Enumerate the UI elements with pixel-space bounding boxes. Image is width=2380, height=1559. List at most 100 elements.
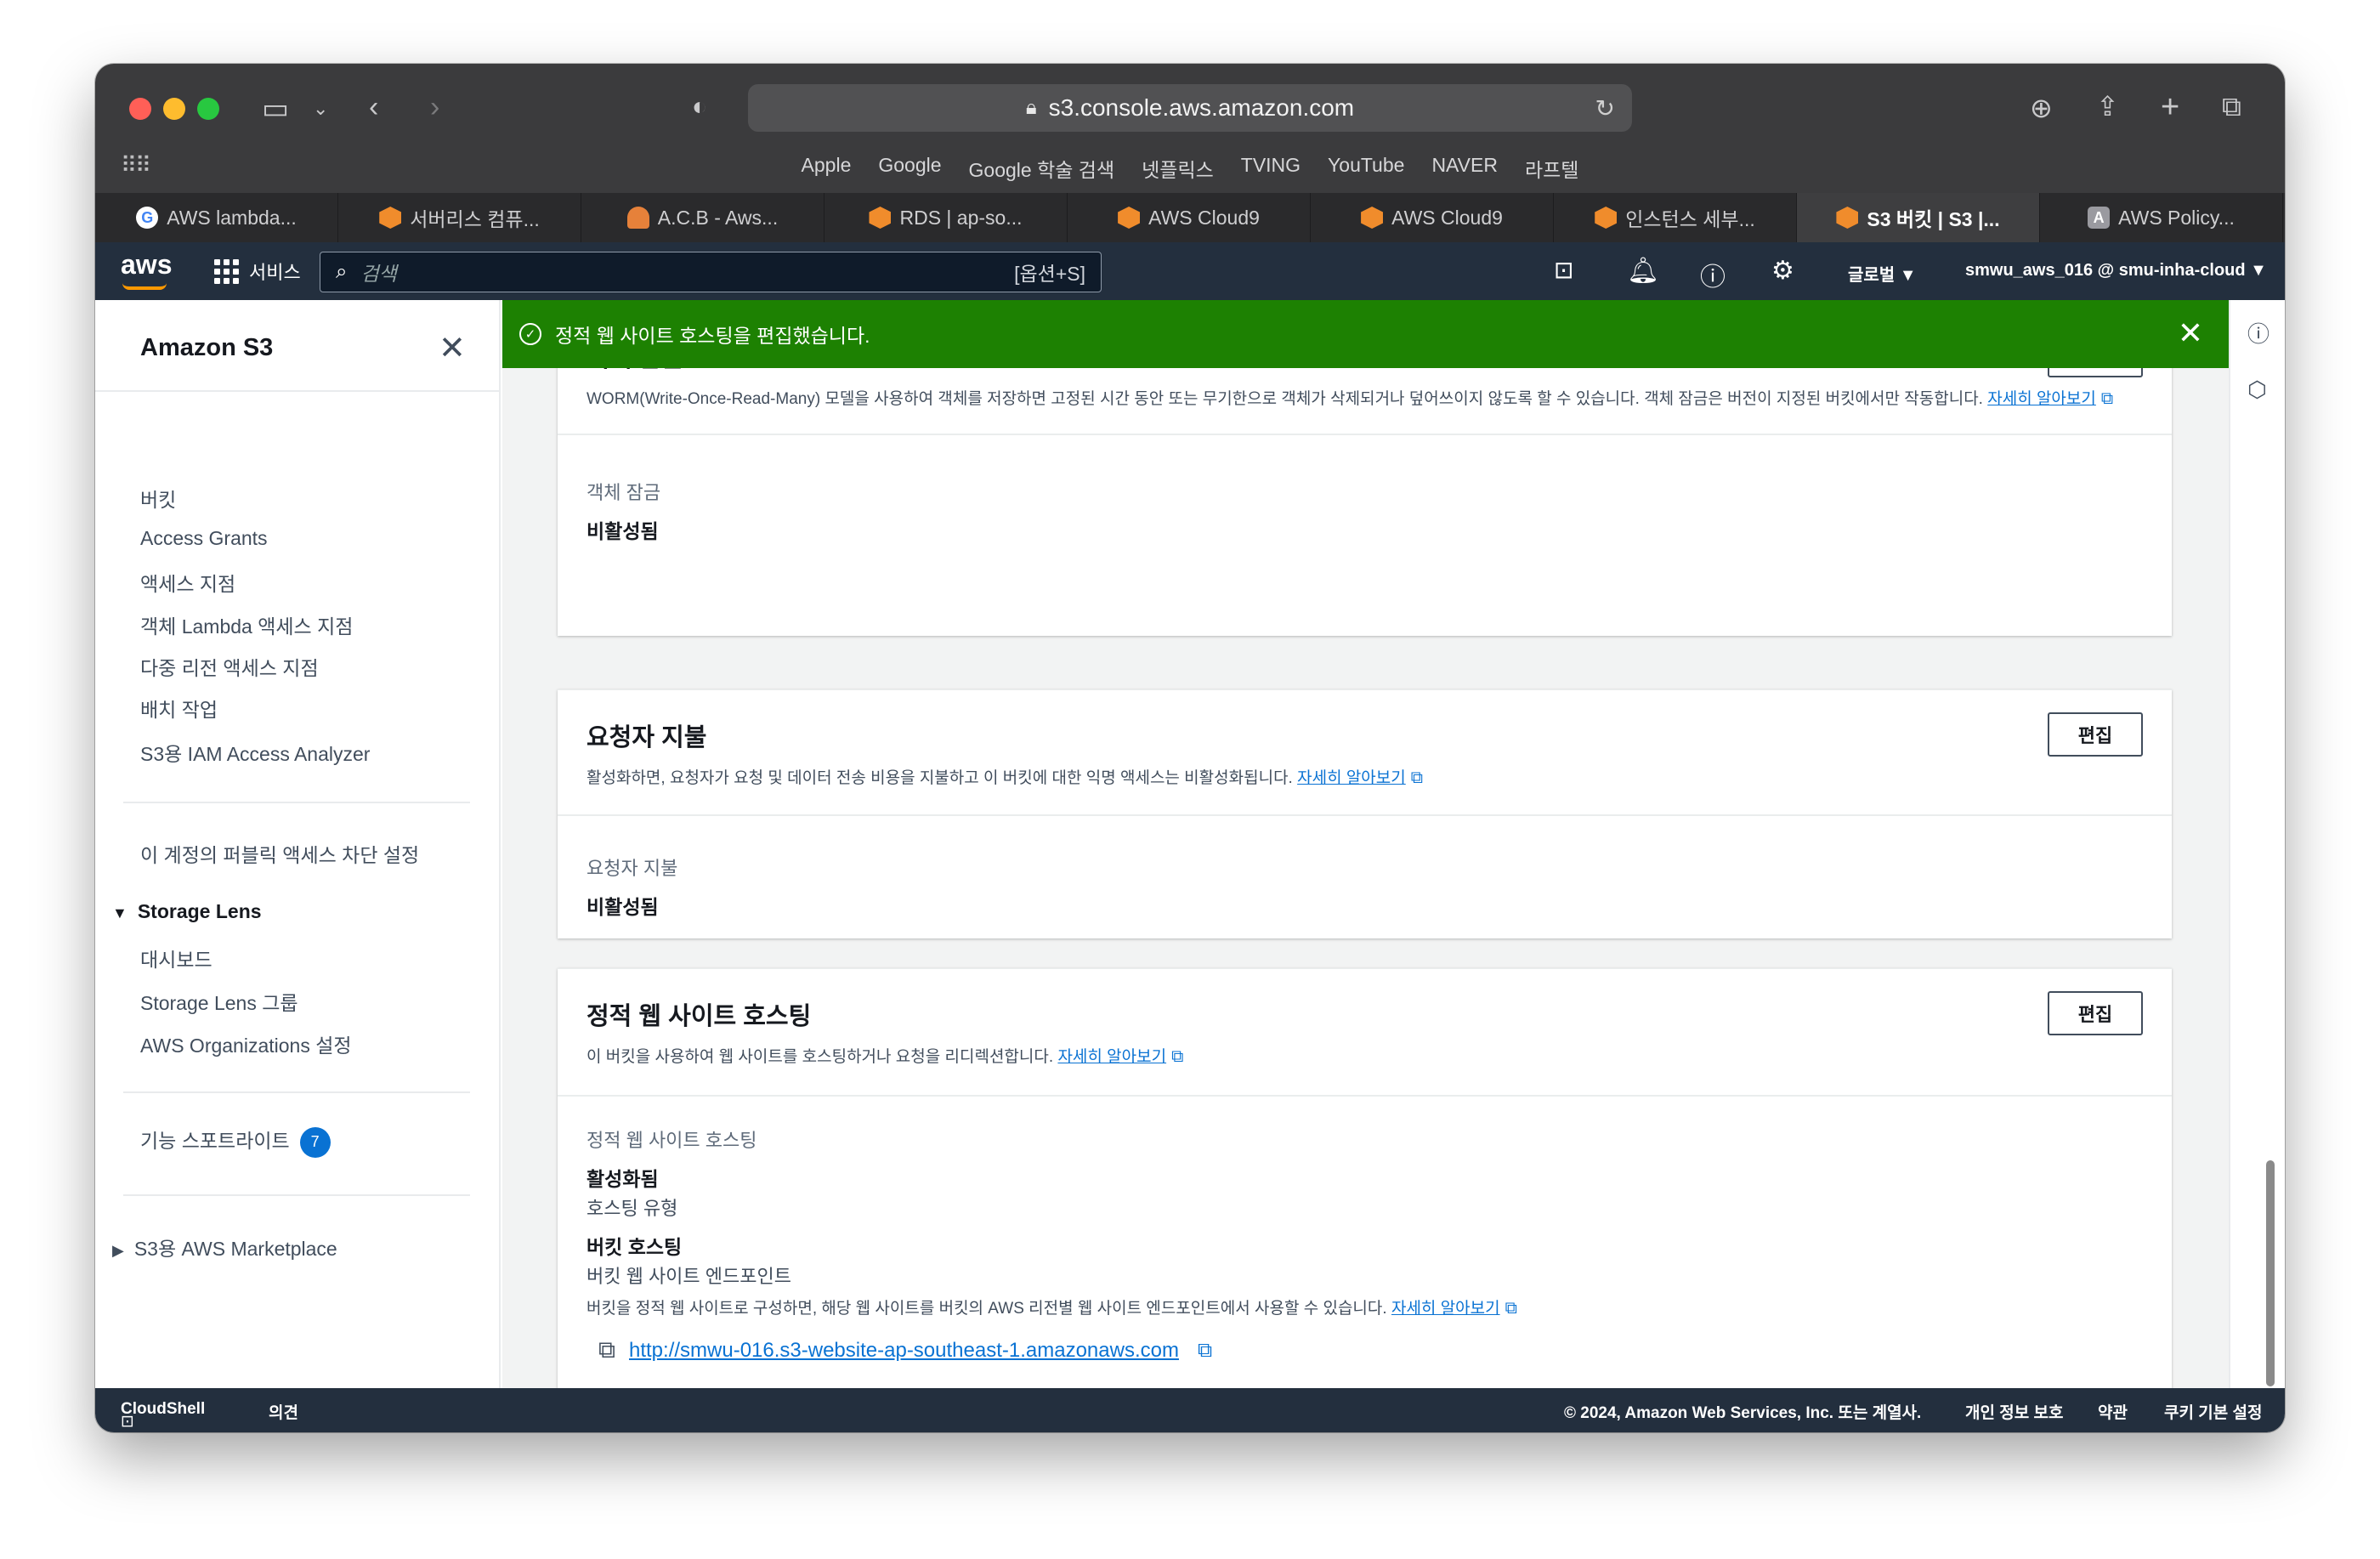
- sidebar-item-marketplace[interactable]: ▶ S3용 AWS Marketplace: [112, 1233, 337, 1261]
- search-shortcut: [옵션+S]: [1014, 263, 1085, 285]
- sidebar-item-public-block[interactable]: 이 계정의 퍼블릭 액세스 차단 설정: [140, 839, 419, 868]
- favorite-google-scholar[interactable]: Google 학술 검색: [969, 154, 1115, 183]
- lock-icon: 🔒︎: [1025, 96, 1037, 119]
- google-icon: G: [136, 207, 159, 229]
- panel-description: 이 버킷을 사용하여 웹 사이트를 호스팅하거나 요청을 리디렉션합니다. 자세…: [586, 1047, 1184, 1066]
- region-selector[interactable]: 글로벌 ▼: [1848, 261, 1917, 286]
- divider: [95, 390, 499, 392]
- check-circle-icon: ✓: [519, 323, 541, 345]
- favorite-apple[interactable]: Apple: [802, 154, 852, 183]
- favorite-tving[interactable]: TVING: [1241, 154, 1300, 183]
- browser-tab[interactable]: A AWS Policy...: [2040, 193, 2283, 242]
- reload-icon[interactable]: ↻: [1595, 94, 1615, 122]
- settings-icon[interactable]: ⚙: [1771, 256, 1794, 286]
- storage-lens-section[interactable]: ▼ Storage Lens: [112, 900, 262, 923]
- edit-static-hosting-button[interactable]: 편집: [2048, 991, 2143, 1035]
- sidebar-item-iam-analyzer[interactable]: S3용 IAM Access Analyzer: [140, 738, 370, 767]
- favorite-youtube[interactable]: YouTube: [1328, 154, 1404, 183]
- sidebar-item-organizations[interactable]: AWS Organizations 설정: [140, 1029, 352, 1058]
- share-icon[interactable]: ⇪: [2096, 93, 2119, 120]
- privacy-link[interactable]: 개인 정보 보호: [1965, 1400, 2063, 1423]
- feedback-link[interactable]: 의견: [269, 1400, 298, 1423]
- sidebar-item-lens-groups[interactable]: Storage Lens 그룹: [140, 987, 298, 1016]
- close-icon[interactable]: ✕: [2178, 315, 2203, 351]
- terms-link[interactable]: 약관: [2098, 1400, 2128, 1423]
- main-content: ✓ 정적 웹 사이트 호스팅을 편집했습니다. ✕ 편집 객체 잠금 WORM(…: [502, 300, 2229, 1388]
- search-input[interactable]: ⌕ 검색 [옵션+S]: [320, 252, 1102, 292]
- learn-more-link[interactable]: 자세히 알아보기: [1987, 390, 2096, 408]
- sidebar-item-spotlight[interactable]: 기능 스포트라이트 7: [140, 1125, 331, 1158]
- cookie-preferences-link[interactable]: 쿠키 기본 설정: [2164, 1400, 2262, 1423]
- sidebar-item-multi-region[interactable]: 다중 리전 액세스 지점: [140, 652, 319, 681]
- divider: [123, 1194, 470, 1196]
- sidebar-item-object-lambda[interactable]: 객체 Lambda 액세스 지점: [140, 610, 353, 639]
- endpoint-label: 버킷 웹 사이트 엔드포인트: [586, 1266, 791, 1287]
- aws-logo[interactable]: aws: [121, 249, 172, 281]
- aws-top-nav: aws 서비스 ⌕ 검색 [옵션+S] ⊡ 🔔︎ ⓘ ⚙ 글로벌 ▼ smwu_…: [95, 242, 2285, 300]
- account-menu[interactable]: smwu_aws_016 @ smu-inha-cloud ▼: [1965, 261, 2267, 281]
- browser-tab-active[interactable]: S3 버킷 | S3 |...: [1797, 193, 2040, 242]
- sidebar-item-buckets[interactable]: 버킷: [140, 484, 176, 513]
- tab-overview-icon[interactable]: ⧉: [2222, 93, 2241, 120]
- address-text: s3.console.aws.amazon.com: [1048, 94, 1355, 121]
- cloudshell-button[interactable]: ⊡ CloudShell: [121, 1400, 205, 1431]
- browser-tab[interactable]: AWS Cloud9: [1311, 193, 1554, 242]
- services-label: 서비스: [249, 262, 301, 283]
- browser-tab[interactable]: 서버리스 컴퓨...: [338, 193, 581, 242]
- back-icon[interactable]: ‹: [369, 93, 378, 122]
- minimize-window-button[interactable]: [163, 98, 185, 120]
- browser-tab[interactable]: RDS | ap-so...: [824, 193, 1068, 242]
- download-icon[interactable]: ⊕: [2030, 94, 2053, 122]
- scrollbar[interactable]: [2266, 1160, 2275, 1386]
- sidebar-item-access-grants[interactable]: Access Grants: [140, 527, 268, 550]
- static-hosting-value: 활성화됨: [586, 1168, 659, 1190]
- zoom-window-button[interactable]: [197, 98, 219, 120]
- browser-toolbar: ▭ ⌄ ‹ › ◐ 🔒︎ s3.console.aws.amazon.com ↻…: [95, 64, 2285, 193]
- favorite-netflix[interactable]: 넷플릭스: [1142, 154, 1214, 183]
- browser-tab[interactable]: A.C.B - Aws...: [581, 193, 824, 242]
- favorite-laftel[interactable]: 라프텔: [1525, 154, 1578, 183]
- browser-tab[interactable]: AWS Cloud9: [1068, 193, 1311, 242]
- copy-icon[interactable]: ⧉: [598, 1336, 615, 1364]
- divider: [123, 802, 470, 803]
- hosting-type-label: 호스팅 유형: [586, 1198, 678, 1219]
- services-menu[interactable]: 서비스: [214, 258, 301, 285]
- notifications-icon[interactable]: 🔔︎: [1627, 256, 1659, 286]
- external-link-icon: ⧉: [1197, 1338, 1213, 1362]
- aws-service-icon: [1595, 207, 1618, 229]
- success-flashbar: ✓ 정적 웹 사이트 호스팅을 편집했습니다. ✕: [502, 300, 2229, 368]
- new-tab-icon[interactable]: +: [2161, 91, 2179, 123]
- learn-more-link[interactable]: 자세히 알아보기: [1057, 1048, 1166, 1066]
- aws-service-icon: [379, 207, 402, 229]
- hexagon-icon[interactable]: ⬡: [2247, 377, 2267, 403]
- edit-requester-pays-button[interactable]: 편집: [2048, 712, 2143, 757]
- spotlight-count-badge: 7: [299, 1126, 331, 1158]
- caret-right-icon: ▶: [112, 1242, 124, 1259]
- privacy-shield-icon[interactable]: ◐: [692, 94, 707, 120]
- aws-service-icon: [869, 207, 892, 229]
- chevron-down-icon[interactable]: ⌄: [313, 99, 328, 118]
- info-icon[interactable]: ⓘ: [2247, 317, 2270, 349]
- favorite-google[interactable]: Google: [878, 154, 941, 183]
- browser-tab[interactable]: G AWS lambda...: [95, 193, 338, 242]
- sidebar-toggle-icon[interactable]: ▭: [262, 94, 289, 123]
- external-link-icon: ⧉: [2100, 389, 2114, 408]
- sidebar-item-dashboards[interactable]: 대시보드: [140, 944, 212, 972]
- browser-tab[interactable]: 인스턴스 세부...: [1554, 193, 1797, 242]
- endpoint-url-link[interactable]: http://smwu-016.s3-website-ap-southeast-…: [629, 1339, 1179, 1363]
- close-window-button[interactable]: [129, 98, 151, 120]
- forward-icon[interactable]: ›: [430, 93, 439, 122]
- sidebar-item-access-points[interactable]: 액세스 지점: [140, 568, 235, 597]
- address-bar[interactable]: 🔒︎ s3.console.aws.amazon.com ↻: [748, 84, 1632, 132]
- sidebar-item-batch-ops[interactable]: 배치 작업: [140, 694, 218, 723]
- learn-more-link[interactable]: 자세히 알아보기: [1391, 1300, 1500, 1318]
- cloudshell-icon[interactable]: ⊡: [1554, 256, 1573, 284]
- left-sidebar: Amazon S3 ✕ 버킷 Access Grants 액세스 지점 객체 L…: [95, 300, 501, 1388]
- external-link-icon: ⧉: [1504, 1299, 1517, 1318]
- aws-service-icon: [1836, 207, 1859, 229]
- close-icon[interactable]: ✕: [439, 329, 466, 367]
- object-lock-value: 비활성됨: [586, 520, 659, 542]
- help-icon[interactable]: ⓘ: [1700, 256, 1726, 293]
- learn-more-link[interactable]: 자세히 알아보기: [1297, 769, 1406, 787]
- favorite-naver[interactable]: NAVER: [1431, 154, 1498, 183]
